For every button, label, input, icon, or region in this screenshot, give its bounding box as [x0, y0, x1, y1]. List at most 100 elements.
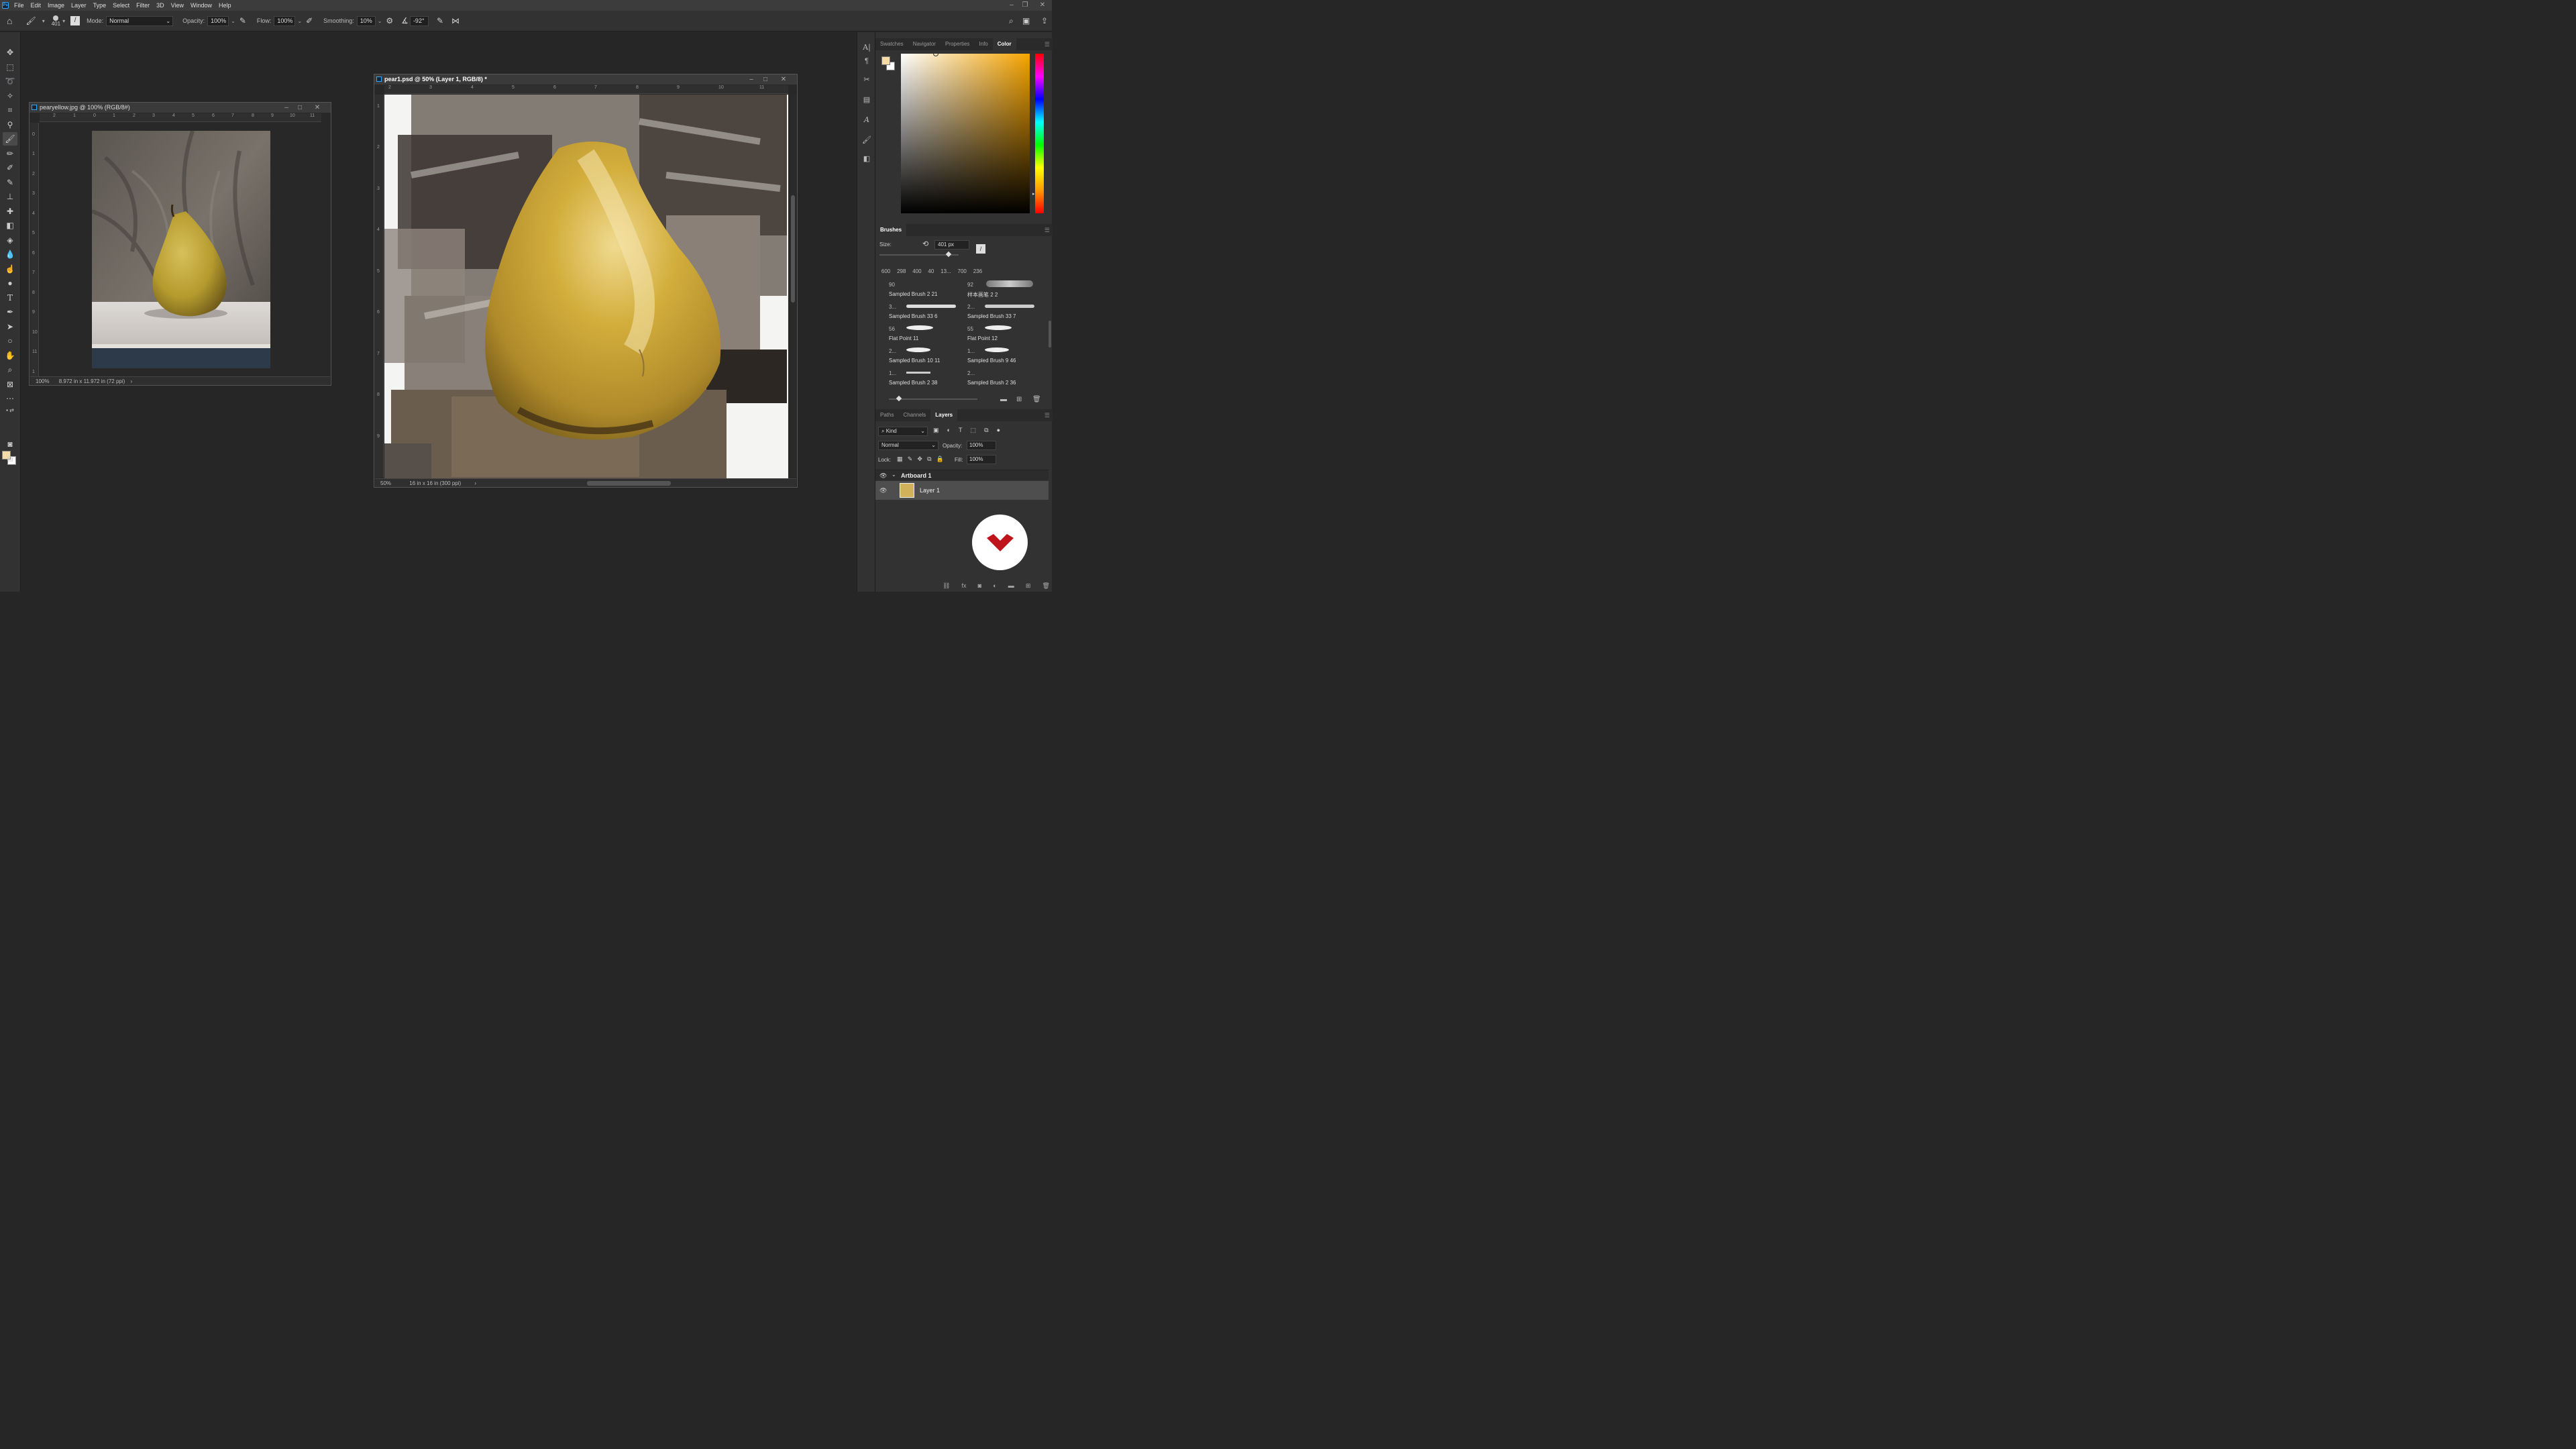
close-window-button[interactable]: ✕ [1036, 0, 1049, 11]
flow-input[interactable]: 100% [274, 15, 296, 26]
vertical-scrollbar[interactable] [790, 95, 796, 478]
brush-item[interactable]: 2... Sampled Brush 2 36 [958, 368, 1036, 389]
minimize-document-button[interactable]: – [745, 74, 757, 85]
tab-color[interactable]: Color [992, 38, 1016, 50]
smoothing-input[interactable]: 10% [356, 15, 376, 26]
menu-3d[interactable]: 3D [153, 0, 168, 11]
layer-opacity-input[interactable]: 100% [967, 441, 996, 450]
zoom-tool-icon[interactable]: ⌕ [3, 363, 17, 376]
brush-item[interactable]: 55 Flat Point 12 [958, 323, 1036, 345]
link-layers-icon[interactable]: ⛓ [943, 582, 950, 590]
document-window-reference[interactable]: pearyellow.jpg @ 100% (RGB/8#) – □ ✕ 2 1… [29, 102, 331, 386]
brush-item[interactable]: 3... Sampled Brush 33 6 [879, 301, 957, 323]
painting-canvas[interactable] [384, 95, 788, 478]
share-icon[interactable]: ⇪ [1041, 16, 1048, 25]
clone-source-icon[interactable]: ◧ [861, 153, 873, 165]
opacity-input[interactable]: 100% [207, 15, 229, 26]
paint-bucket-tool-icon[interactable]: ◈ [3, 233, 17, 247]
adjustment-layer-icon[interactable]: ◐ [993, 582, 996, 590]
panel-menu-icon[interactable]: ☰ [1044, 41, 1050, 48]
brush-list-scrollbar[interactable] [1049, 321, 1051, 347]
home-icon[interactable]: ⌂ [7, 15, 12, 26]
maximize-document-button[interactable]: □ [759, 74, 771, 85]
magic-wand-tool-icon[interactable]: ✧ [3, 89, 17, 103]
new-group-icon[interactable]: ▬ [1000, 396, 1007, 403]
document-title-bar[interactable]: pearyellow.jpg @ 100% (RGB/8#) – □ ✕ [30, 103, 331, 113]
hue-slider[interactable]: ▸ [1032, 54, 1044, 213]
lock-all-icon[interactable]: 🔒 [936, 455, 944, 464]
healing-brush-tool-icon[interactable]: ✚ [3, 205, 17, 218]
tab-swatches[interactable]: Swatches [875, 38, 908, 50]
path-selection-tool-icon[interactable]: ➤ [3, 320, 17, 333]
lock-position-icon[interactable]: ✥ [917, 455, 922, 464]
dodge-tool-icon[interactable]: ● [3, 276, 17, 290]
blur-tool-icon[interactable]: 💧 [3, 248, 17, 261]
tab-channels[interactable]: Channels [898, 409, 930, 421]
eraser-tool-icon[interactable]: ◧ [3, 219, 17, 232]
maximize-document-button[interactable]: □ [294, 103, 306, 113]
brush-item[interactable]: 2... Sampled Brush 33 7 [958, 301, 1036, 323]
workspace-icon[interactable]: ▣ [1022, 16, 1030, 25]
lock-transparent-pixels-icon[interactable]: ▦ [897, 455, 903, 464]
smoothing-dropdown-icon[interactable]: ⌄ [378, 18, 382, 24]
layer-mask-icon[interactable]: ◙ [978, 582, 981, 590]
artboard-row[interactable]: 👁 ⌄ Artboard 1 [875, 470, 1049, 480]
pressure-opacity-icon[interactable]: ✎ [239, 16, 246, 25]
menu-window[interactable]: Window [187, 0, 215, 11]
vertical-ruler[interactable]: 0 1 2 3 4 5 6 7 8 9 10 11 1 [30, 123, 39, 378]
quick-mask-icon[interactable]: ◙ [3, 437, 17, 451]
brush-preset[interactable]: 236 [973, 260, 982, 276]
saturation-brightness-field[interactable] [901, 51, 1030, 213]
chevron-right-icon[interactable]: › [474, 480, 476, 486]
tab-brushes[interactable]: Brushes [875, 224, 907, 236]
menu-type[interactable]: Type [90, 0, 110, 11]
type-tool-icon[interactable]: T [3, 291, 17, 305]
tab-paths[interactable]: Paths [875, 409, 898, 421]
pen-tool-icon[interactable]: ✒ [3, 305, 17, 319]
document-window-main[interactable]: pear1.psd @ 50% (Layer 1, RGB/8) * – □ ✕… [374, 74, 798, 488]
default-colors-icon[interactable]: ▪ ⇄ [3, 407, 17, 415]
visibility-eye-icon[interactable]: 👁 [879, 472, 887, 480]
screen-mode-icon[interactable]: ⧉ [3, 452, 17, 466]
angle-input[interactable]: -92° [409, 15, 429, 26]
vertical-ruler[interactable]: 1 2 3 4 5 6 7 8 9 [375, 95, 384, 478]
menu-view[interactable]: View [168, 0, 187, 11]
new-brush-icon[interactable]: ⊞ [1016, 396, 1022, 403]
mixer-brush-tool-icon[interactable]: ✐ [3, 161, 17, 174]
new-layer-icon[interactable]: ⊞ [1026, 582, 1031, 590]
horizontal-ruler[interactable]: 2 1 0 1 2 3 4 5 6 7 8 9 10 11 [40, 113, 321, 122]
brush-preset[interactable]: 13... [941, 260, 951, 276]
lock-artboard-icon[interactable]: ⧉ [927, 455, 931, 464]
filter-toggle-icon[interactable]: ● [997, 427, 1000, 436]
airbrush-icon[interactable]: ✐ [306, 16, 313, 25]
tab-info[interactable]: Info [974, 38, 992, 50]
more-tools-icon[interactable]: ⋯ [3, 392, 17, 405]
chevron-down-icon[interactable]: ▾ [42, 18, 45, 24]
chevron-right-icon[interactable]: › [131, 378, 133, 384]
tools-scissors-icon[interactable]: ✂ [861, 74, 873, 86]
document-title-bar[interactable]: pear1.psd @ 50% (Layer 1, RGB/8) * – □ ✕ [374, 74, 797, 85]
slider-handle[interactable] [896, 395, 902, 402]
brush-size-input[interactable]: 401 px [934, 240, 969, 250]
close-document-button[interactable]: ✕ [311, 103, 323, 113]
type-filter-icon[interactable]: T [959, 427, 963, 436]
opacity-dropdown-icon[interactable]: ⌄ [231, 18, 235, 24]
brush-tool-icon[interactable]: 🖌 [3, 132, 17, 146]
reset-icon[interactable]: ⟲ [922, 239, 928, 248]
color-foreground-swatch[interactable] [881, 56, 890, 65]
fill-input[interactable]: 100% [967, 455, 996, 464]
menu-layer[interactable]: Layer [68, 0, 90, 11]
delete-layer-icon[interactable]: 🗑 [1042, 582, 1050, 590]
menu-filter[interactable]: Filter [133, 0, 153, 11]
brush-preset[interactable]: 40 [928, 260, 934, 276]
eyedropper-tool-icon[interactable]: ⚲ [3, 118, 17, 131]
search-icon[interactable]: ⌕ [1009, 16, 1014, 26]
slider-handle[interactable] [945, 251, 952, 258]
new-group-icon[interactable]: ▬ [1008, 582, 1014, 590]
frame-tool-icon[interactable]: ⊠ [3, 378, 17, 391]
visibility-eye-icon[interactable]: 👁 [879, 487, 887, 494]
tab-layers[interactable]: Layers [930, 409, 958, 421]
panel-menu-icon[interactable]: ☰ [1044, 227, 1050, 234]
menu-image[interactable]: Image [44, 0, 68, 11]
clone-stamp-tool-icon[interactable]: ⊥ [3, 190, 17, 203]
